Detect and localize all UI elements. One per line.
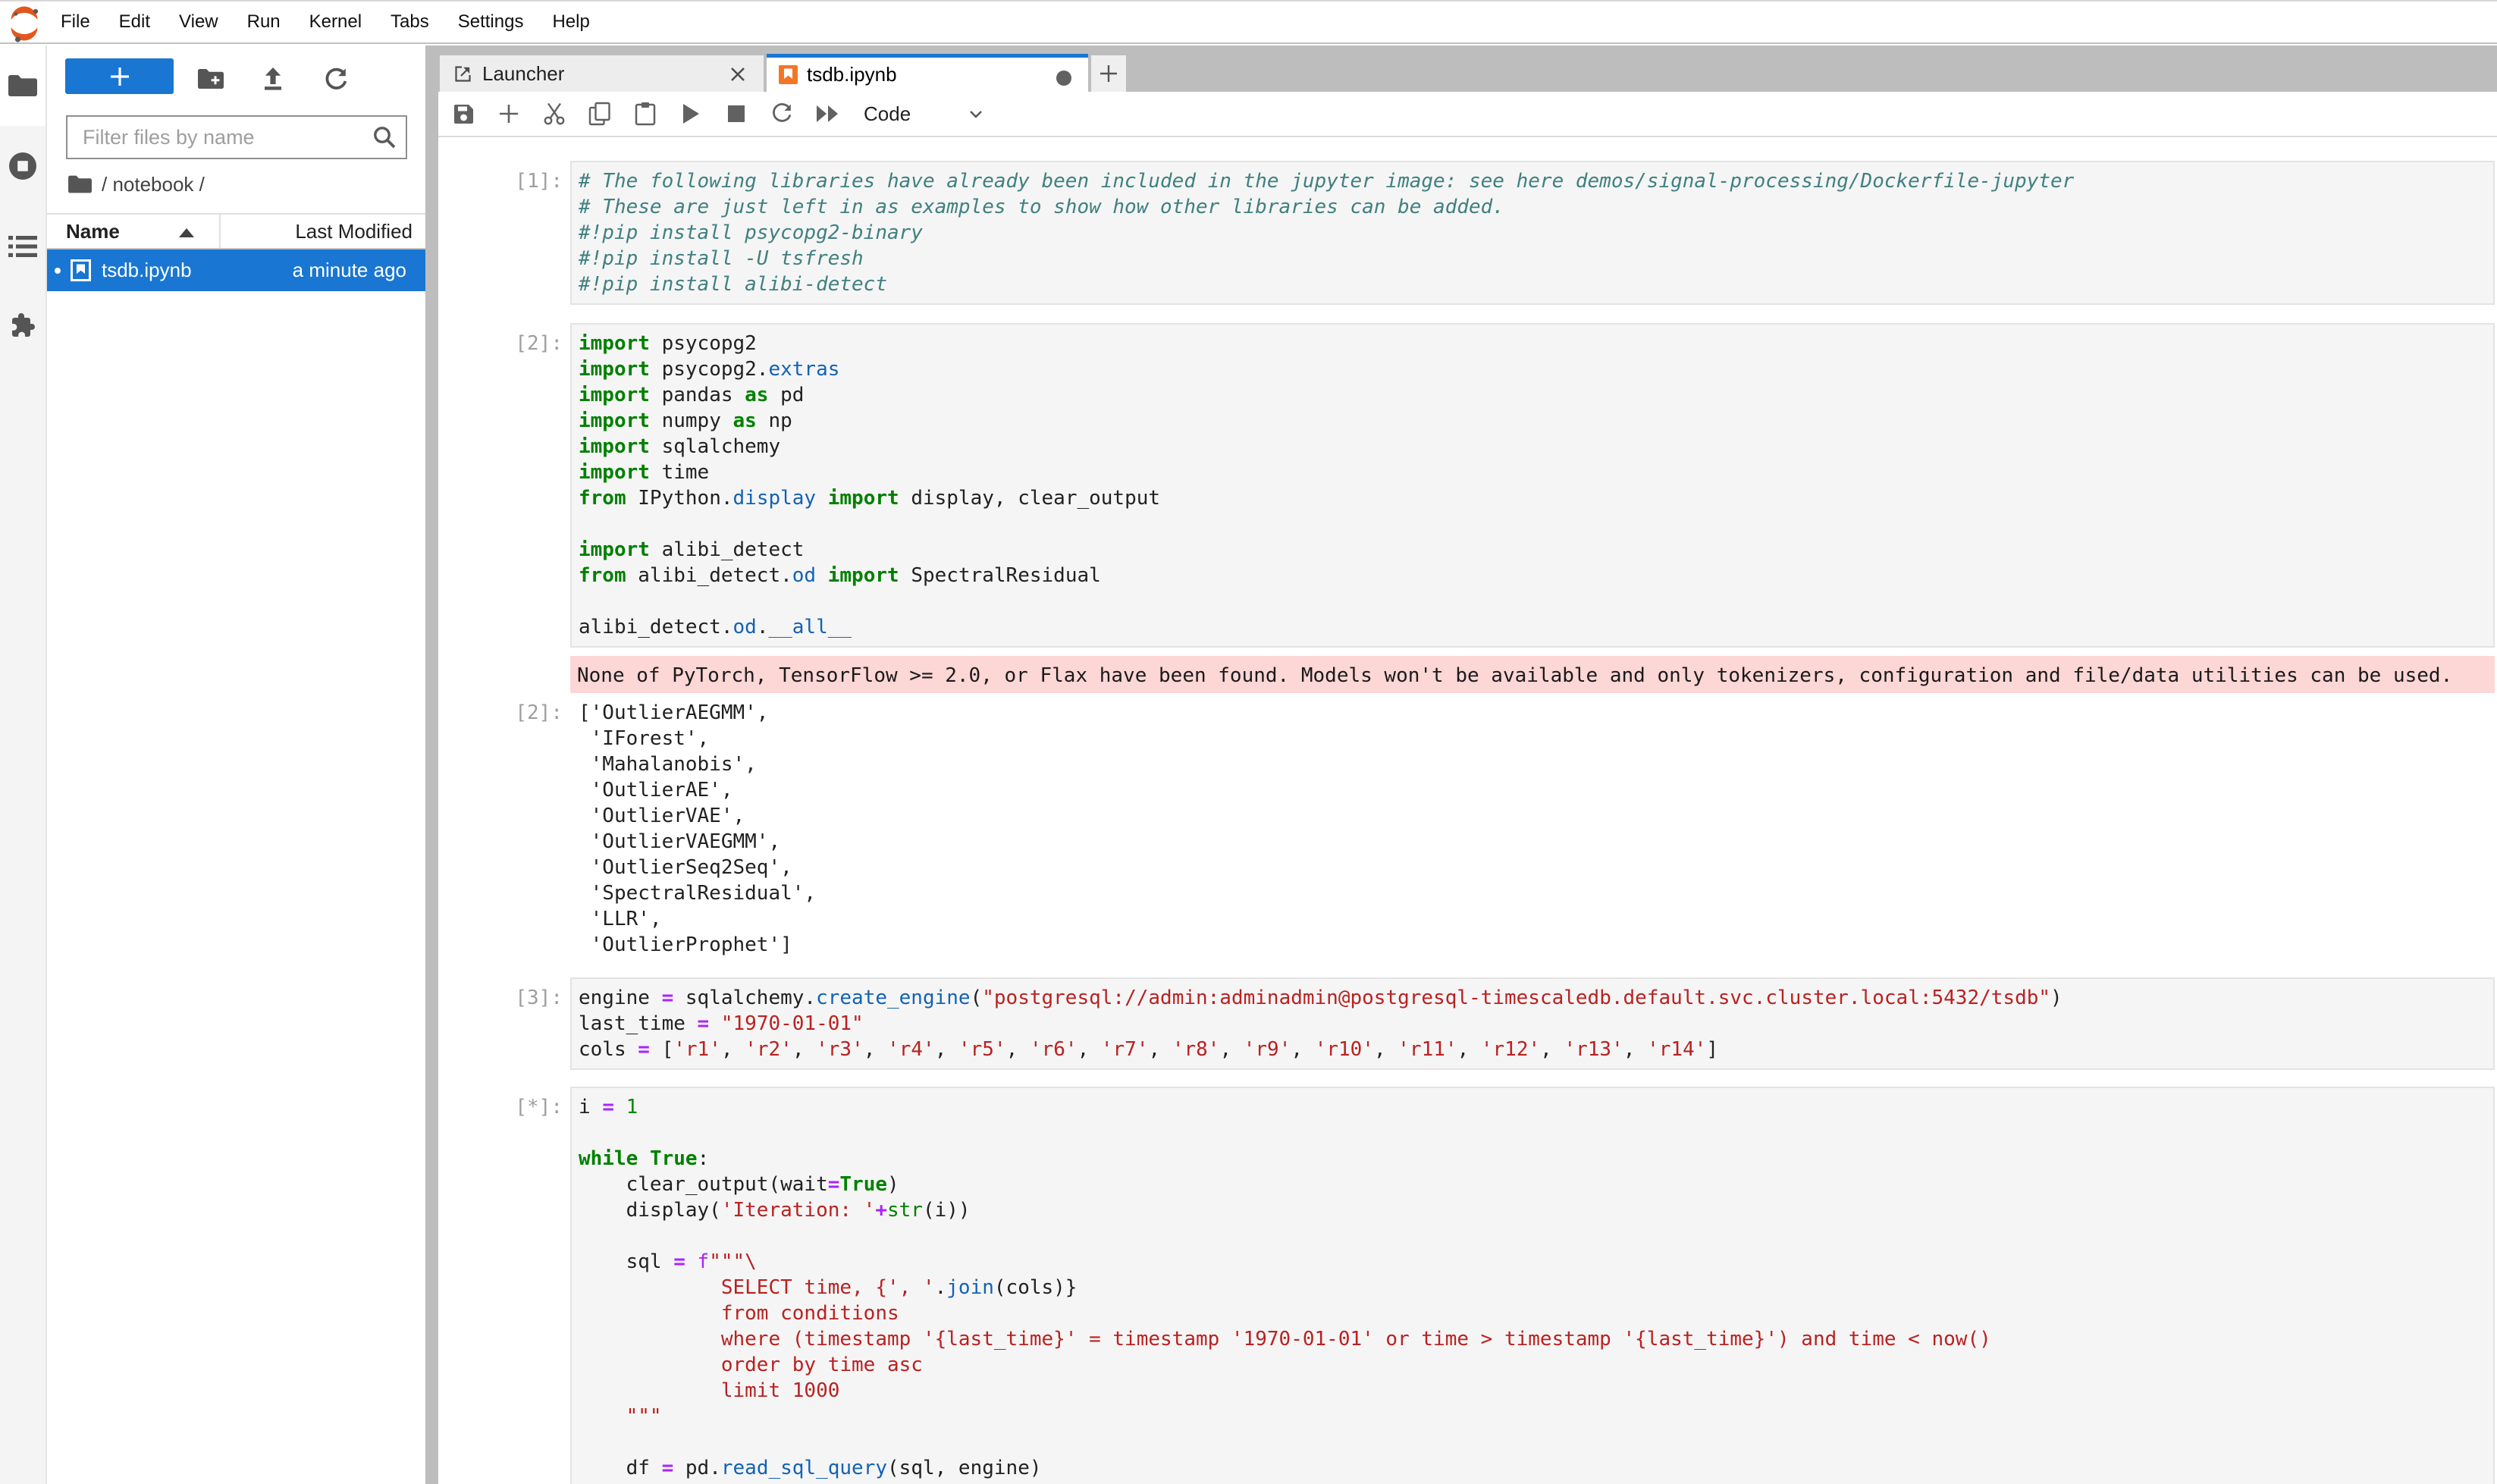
sidebar-tab-running-sessions[interactable]	[0, 126, 45, 206]
stderr-message: None of PyTorch, TensorFlow >= 2.0, or F…	[570, 656, 2495, 693]
running-icon	[8, 151, 38, 181]
menu-tabs[interactable]: Tabs	[376, 2, 444, 42]
close-icon[interactable]	[729, 65, 747, 83]
toc-icon	[8, 234, 37, 259]
jupyterlab-app: FileEditViewRunKernelTabsSettingsHelp / …	[0, 0, 2497, 1484]
cell-prompt: [1]:	[438, 161, 570, 194]
notebook-toolbar: Code	[438, 92, 2497, 137]
execute-result: [2]:['OutlierAEGMM', 'IForest', 'Mahalan…	[438, 700, 2497, 958]
left-sidebar	[0, 45, 47, 1484]
column-header-modified[interactable]: Last Modified	[295, 215, 413, 248]
folder-icon	[8, 74, 37, 98]
result-text: ['OutlierAEGMM', 'IForest', 'Mahalanobis…	[570, 700, 2497, 958]
notebook-content[interactable]: [1]:# The following libraries have alrea…	[438, 137, 2497, 1484]
run-button[interactable]	[676, 99, 706, 129]
tab-notebook-label: tsdb.ipynb	[807, 63, 897, 86]
cell-type-select[interactable]: Code	[864, 91, 911, 136]
add-tab-icon	[1099, 64, 1118, 83]
paste-button[interactable]	[630, 99, 660, 129]
column-divider	[219, 215, 221, 248]
new-launcher-button[interactable]	[65, 58, 174, 94]
menu-run[interactable]: Run	[233, 2, 295, 42]
menu-kernel[interactable]: Kernel	[295, 2, 376, 42]
unsaved-dot	[55, 268, 61, 274]
cell-prompt: [*]:	[438, 1087, 570, 1120]
sort-ascending-icon	[179, 227, 194, 241]
cell-editor[interactable]: engine = sqlalchemy.create_engine("postg…	[570, 977, 2495, 1070]
jupyter-logo	[0, 2, 46, 42]
main-area: / notebook / Name Last Modified tsdb.ipy…	[0, 45, 2497, 1484]
unsaved-changes-dot	[1056, 71, 1071, 86]
cell-editor[interactable]: # The following libraries have already b…	[570, 161, 2495, 305]
chevron-down-icon	[966, 104, 986, 124]
sidebar-tab-file-browser[interactable]	[0, 45, 45, 126]
code-cell: [1]:# The following libraries have alrea…	[438, 161, 2497, 305]
launcher-icon	[453, 64, 472, 83]
upload-button[interactable]	[258, 64, 288, 94]
output-prompt: [2]:	[438, 700, 570, 726]
menu-file[interactable]: File	[46, 2, 105, 42]
fast-forward-button[interactable]	[812, 99, 842, 129]
save-button[interactable]	[448, 99, 478, 129]
file-list: tsdb.ipynb a minute ago	[47, 249, 425, 291]
code-cell: [3]:engine = sqlalchemy.create_engine("p…	[438, 977, 2497, 1070]
dock-tab-bar: Launcher tsdb.ipynb	[438, 45, 2497, 92]
cell-editor[interactable]: i = 1 while True: clear_output(wait=True…	[570, 1087, 2495, 1484]
menu-view[interactable]: View	[165, 2, 233, 42]
add-button[interactable]	[494, 99, 524, 129]
breadcrumb-folder-icon	[68, 174, 92, 194]
breadcrumb[interactable]: / notebook /	[47, 162, 425, 207]
notebook-icon	[71, 259, 91, 287]
search-icon	[363, 124, 406, 150]
cut-button[interactable]	[539, 99, 569, 129]
column-header-name[interactable]: Name	[66, 215, 120, 248]
sidebar-tab-extension-manager[interactable]	[0, 287, 45, 367]
cell-prompt: [2]:	[438, 323, 570, 356]
menu-help[interactable]: Help	[538, 2, 604, 42]
file-browser-toolbar	[47, 45, 425, 114]
menu-bar: FileEditViewRunKernelTabsSettingsHelp	[0, 2, 2497, 44]
cell-editor[interactable]: import psycopg2 import psycopg2.extras i…	[570, 323, 2495, 648]
cell-prompt	[438, 656, 570, 664]
dock-panel: Launcher tsdb.ipynb Code [1]:# The follo…	[438, 45, 2497, 1484]
stop-button[interactable]	[721, 99, 751, 129]
extension-icon	[9, 313, 36, 340]
sidebar-tab-table-of-contents[interactable]	[0, 206, 45, 287]
restart-button[interactable]	[767, 99, 797, 129]
tab-launcher[interactable]: Launcher	[438, 54, 765, 92]
file-filter-input[interactable]	[67, 126, 363, 149]
code-cell: [2]:import psycopg2 import psycopg2.extr…	[438, 323, 2497, 648]
file-name: tsdb.ipynb	[102, 259, 192, 282]
panel-splitter[interactable]	[425, 45, 438, 1484]
code-cell: [*]:i = 1 while True: clear_output(wait=…	[438, 1087, 2497, 1484]
tab-launcher-label: Launcher	[482, 62, 564, 86]
copy-button[interactable]	[585, 99, 615, 129]
cell-prompt: [3]:	[438, 977, 570, 1011]
main-menu: FileEditViewRunKernelTabsSettingsHelp	[46, 2, 604, 42]
new-folder-button[interactable]	[196, 64, 226, 94]
file-row[interactable]: tsdb.ipynb a minute ago	[47, 249, 425, 291]
tab-notebook[interactable]: tsdb.ipynb	[767, 54, 1088, 92]
refresh-button[interactable]	[321, 64, 351, 94]
breadcrumb-path: / notebook /	[102, 173, 205, 196]
stderr-output: None of PyTorch, TensorFlow >= 2.0, or F…	[438, 656, 2497, 693]
file-modified: a minute ago	[293, 259, 406, 282]
file-browser-panel: / notebook / Name Last Modified tsdb.ipy…	[47, 45, 425, 1484]
file-list-header: Name Last Modified	[47, 215, 425, 249]
menu-settings[interactable]: Settings	[444, 2, 538, 42]
notebook-icon	[779, 65, 798, 84]
plus-icon	[108, 65, 131, 88]
new-tab-button[interactable]	[1090, 54, 1128, 92]
menu-edit[interactable]: Edit	[105, 2, 165, 42]
file-filter-box	[66, 115, 407, 159]
